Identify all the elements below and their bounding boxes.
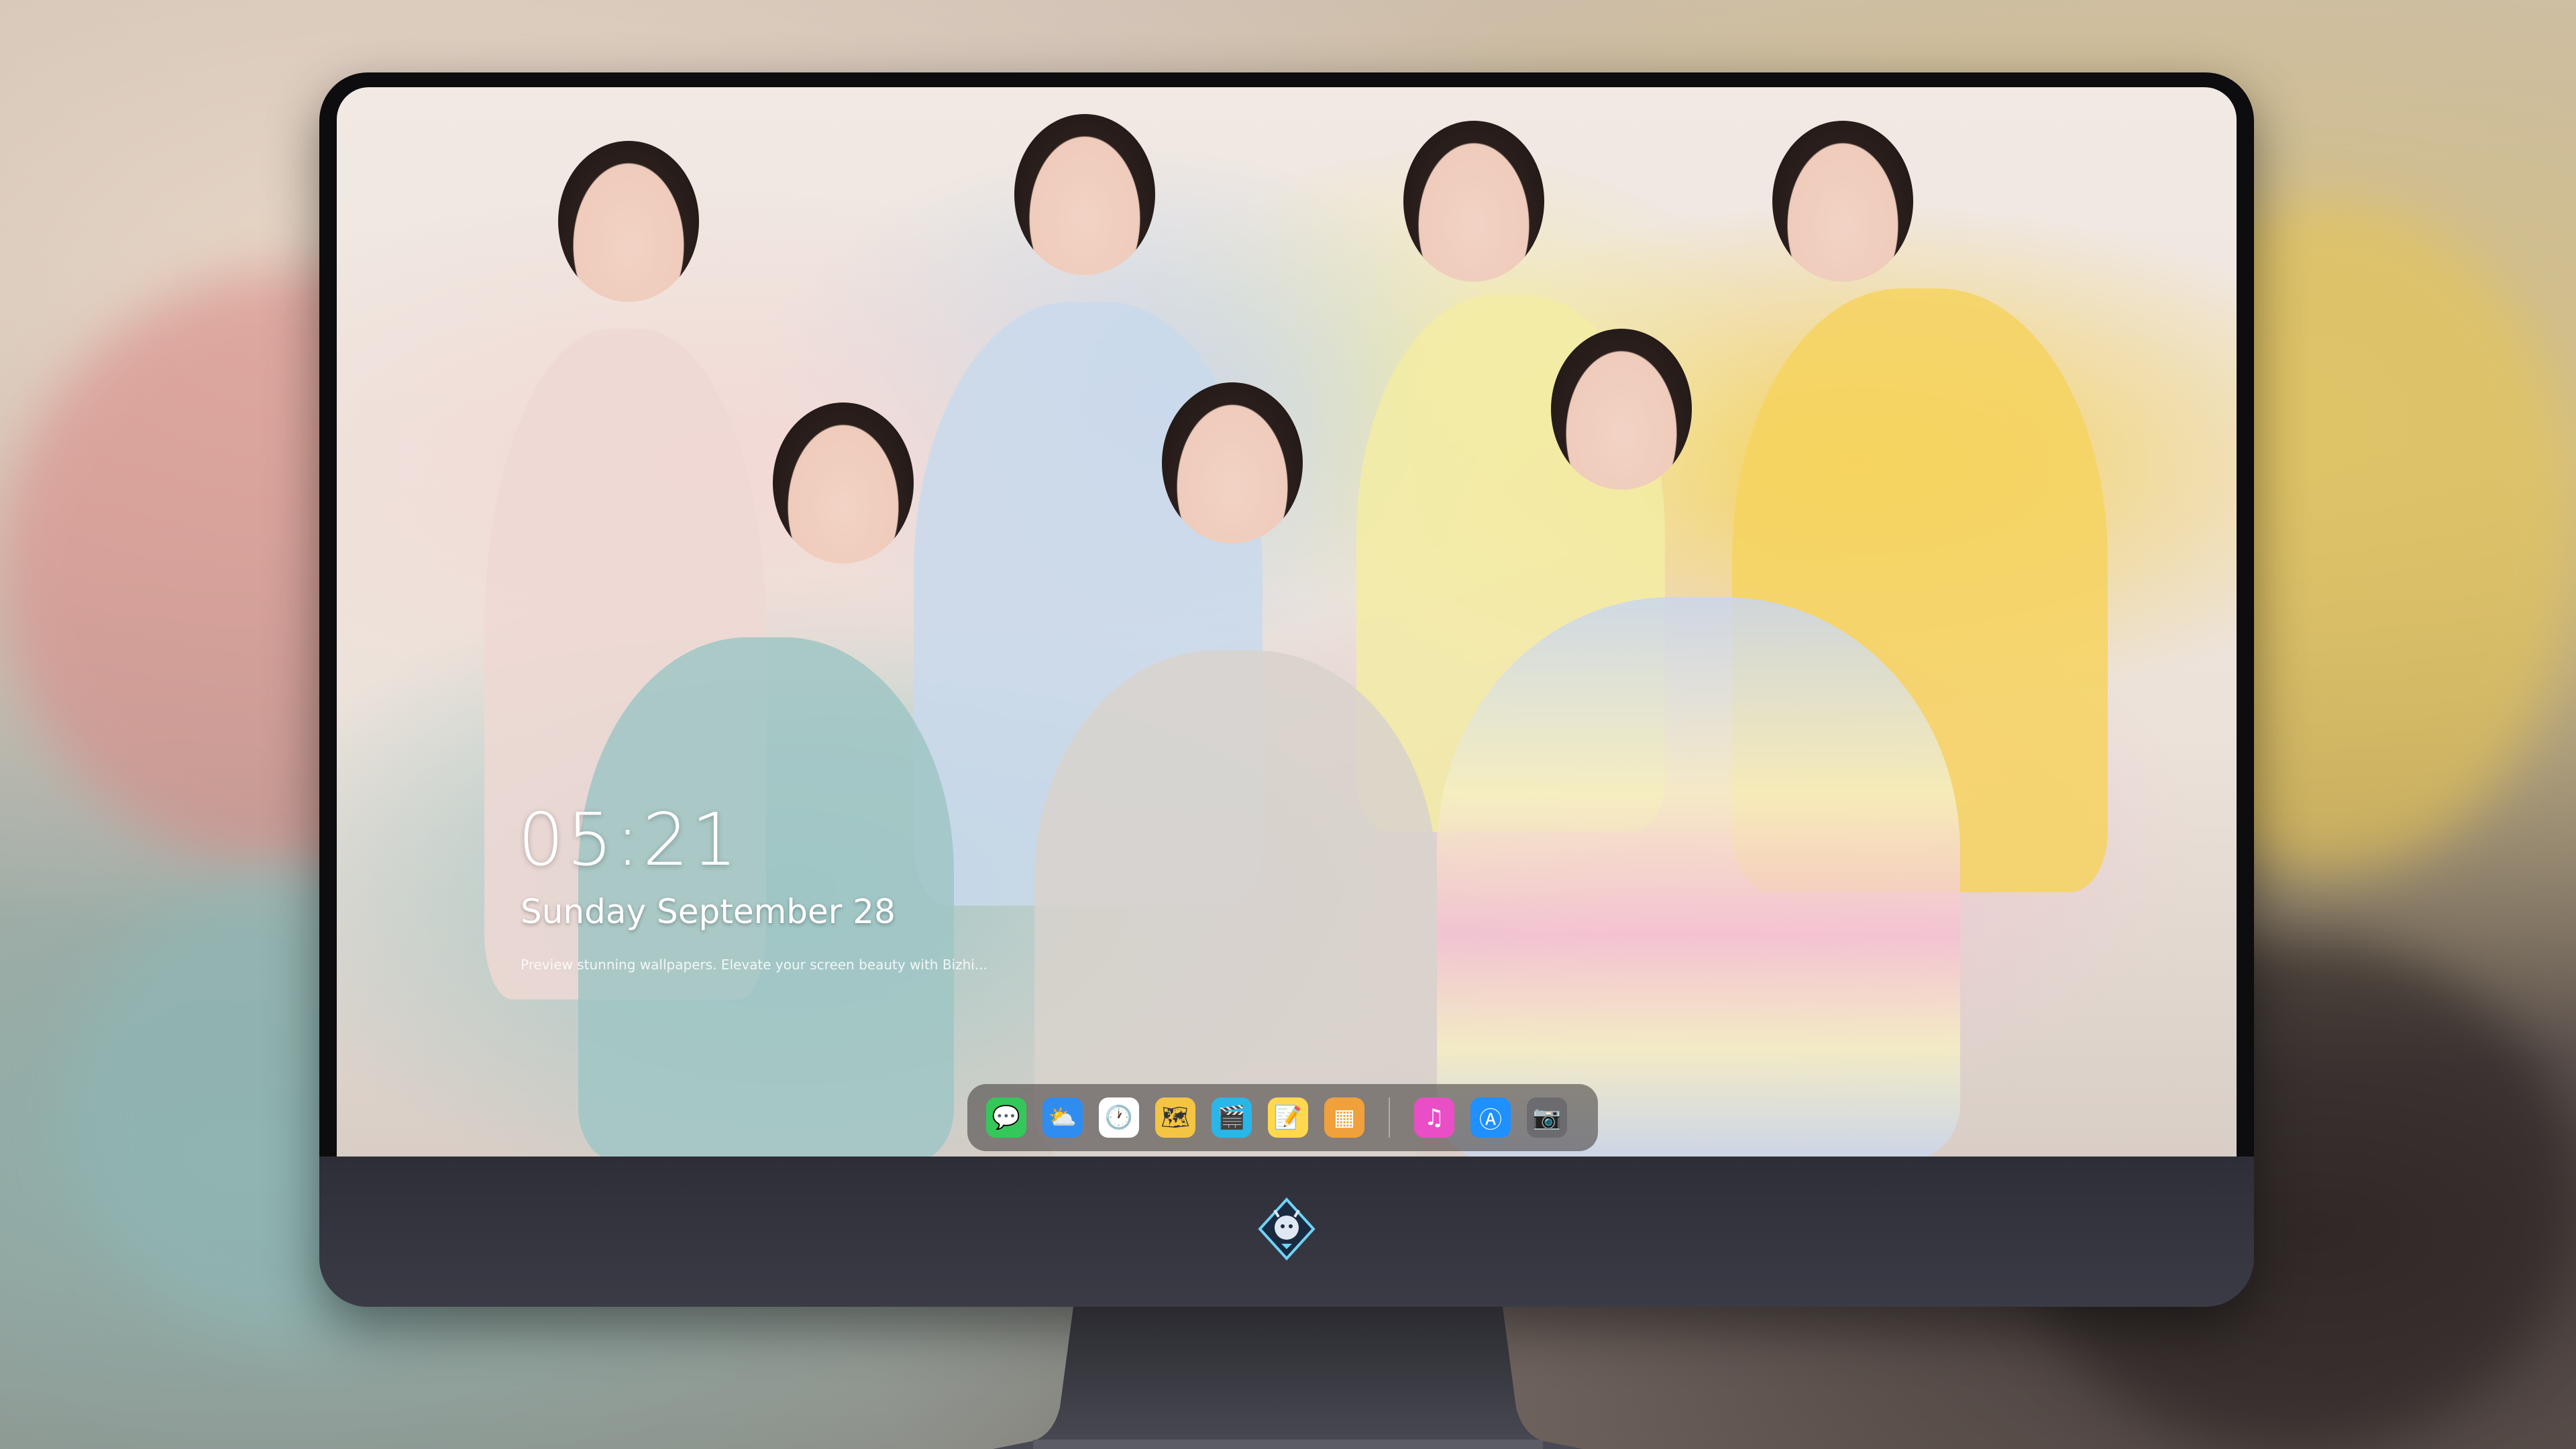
wallpaper-figure-head <box>558 141 699 302</box>
weather-icon[interactable]: ⛅ <box>1042 1097 1083 1138</box>
monitor-chin <box>319 1157 2254 1307</box>
dock-separator <box>1389 1097 1390 1138</box>
wallpaper-figure <box>1034 651 1437 1157</box>
wallpaper-figure-head <box>1772 121 1913 282</box>
wallpaper-figure-head <box>773 402 914 564</box>
wallpaper-figure-head <box>1014 114 1155 275</box>
screen-wallpaper: 05:21 Sunday September 28 Preview stunni… <box>337 87 2237 1157</box>
maps-icon[interactable]: 🗺 <box>1155 1097 1195 1138</box>
lockscreen-tagline: Preview stunning wallpapers. Elevate you… <box>521 957 987 973</box>
messages-icon[interactable]: 💬 <box>986 1097 1026 1138</box>
monitor: 05:21 Sunday September 28 Preview stunni… <box>319 72 2254 1307</box>
photos-grid-icon[interactable]: ▦ <box>1324 1097 1364 1138</box>
wallpaper-figure-head <box>1551 329 1692 490</box>
clapper-icon[interactable]: 🎬 <box>1212 1097 1252 1138</box>
camera-icon[interactable]: 📷 <box>1527 1097 1567 1138</box>
notes-icon[interactable]: 📝 <box>1268 1097 1308 1138</box>
clock-icon[interactable]: 🕐 <box>1099 1097 1139 1138</box>
lockscreen-date: Sunday September 28 <box>521 892 896 931</box>
desktop-backdrop: 05:21 Sunday September 28 Preview stunni… <box>0 0 2576 1449</box>
monitor-stand <box>993 1307 1583 1449</box>
app-store-icon[interactable]: Ⓐ <box>1470 1097 1511 1138</box>
lockscreen-clock: 05:21 <box>518 798 741 882</box>
wallpaper-figure-head <box>1403 121 1544 282</box>
dock: 💬 ⛅ 🕐 🗺 🎬 📝 ▦ ♫ Ⓐ 📷 <box>967 1084 1598 1151</box>
wallpaper-figure <box>1437 597 1960 1157</box>
music-icon[interactable]: ♫ <box>1414 1097 1454 1138</box>
brand-logo-icon <box>1258 1197 1316 1260</box>
wallpaper-figure-head <box>1162 382 1303 543</box>
